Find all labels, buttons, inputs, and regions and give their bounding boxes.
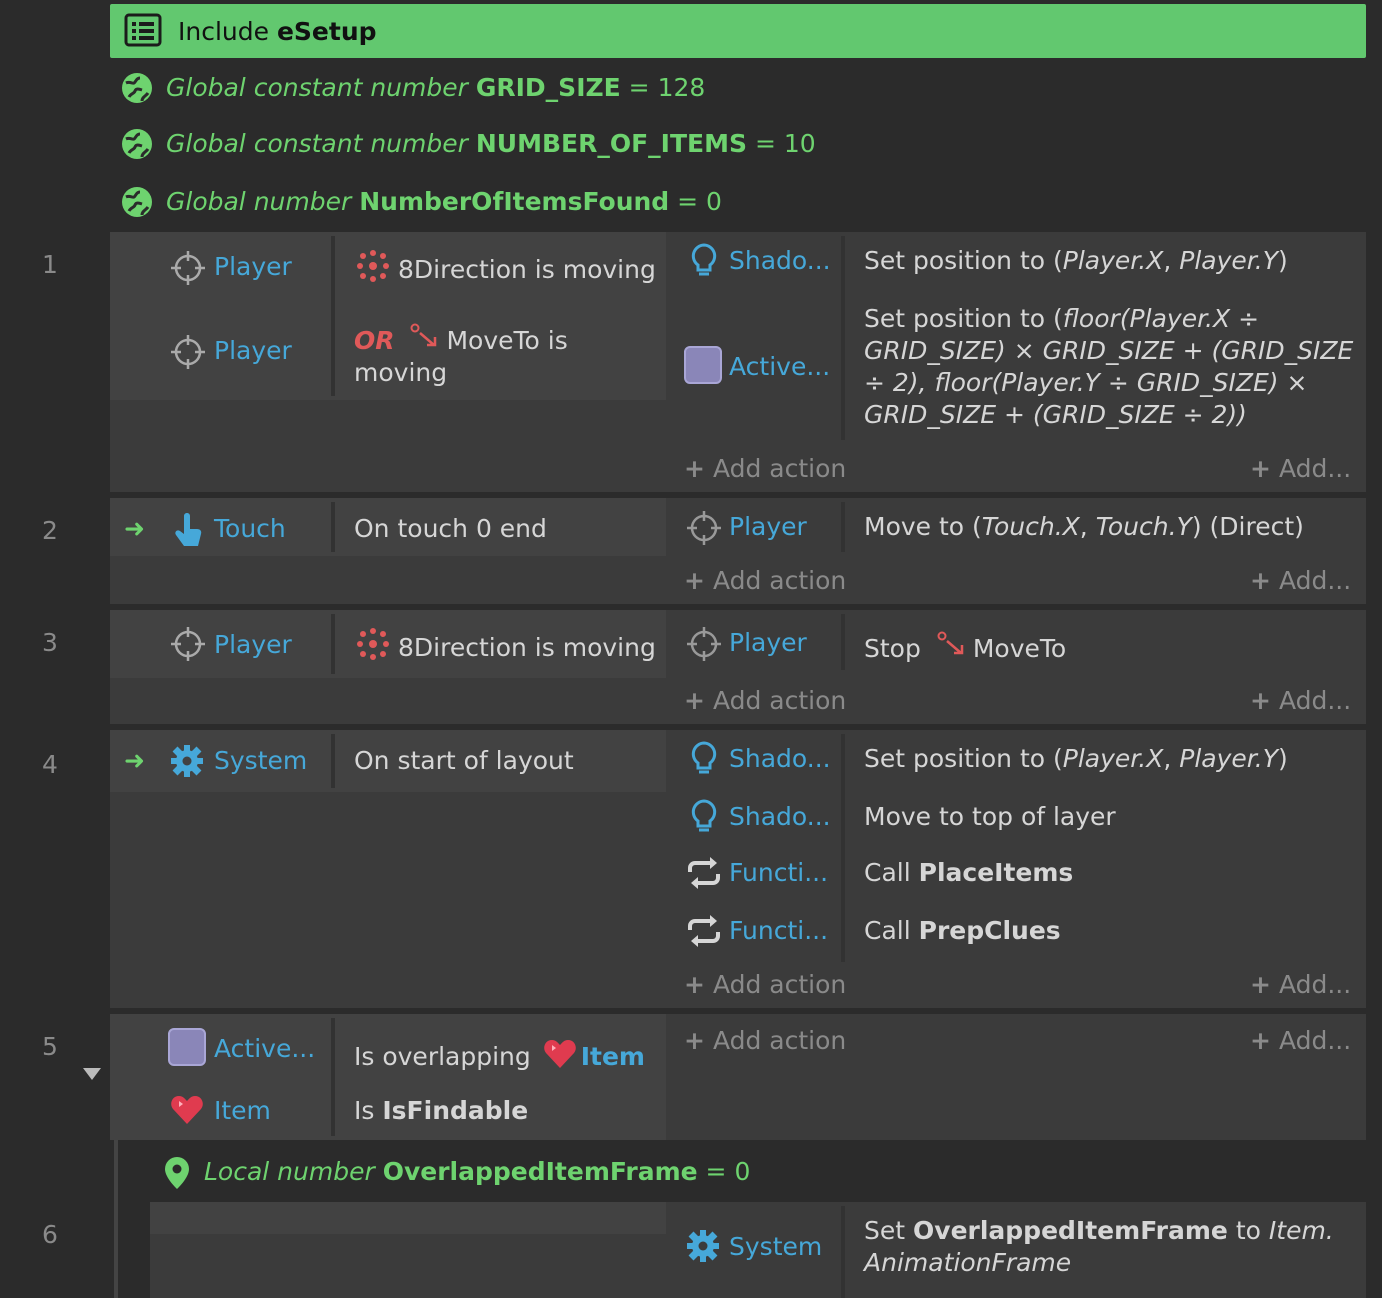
action-object[interactable]: Player <box>729 512 807 541</box>
trigger-arrow-icon: ➜ <box>124 514 145 543</box>
conditions-area[interactable] <box>150 1202 666 1234</box>
add-more-button[interactable]: + Add... <box>1250 1026 1351 1055</box>
lightbulb-icon <box>691 741 717 774</box>
event-number: 6 <box>42 1220 58 1249</box>
add-action-button[interactable]: + Add action <box>684 970 846 999</box>
add-action-button[interactable]: + Add action <box>684 686 846 715</box>
include-label: Include eSetup <box>178 17 377 46</box>
gear-icon <box>171 745 203 777</box>
condition-object[interactable]: System <box>214 746 307 775</box>
touch-icon <box>175 513 202 546</box>
action-text[interactable]: Set position to (floor(Player.X ÷ GRID_S… <box>864 303 1354 431</box>
lightbulb-icon <box>691 243 717 276</box>
sprite-swatch-icon <box>684 346 722 384</box>
function-loop-icon <box>688 915 720 947</box>
condition-text[interactable]: On touch 0 end <box>354 514 547 543</box>
add-more-button[interactable]: + Add... <box>1250 566 1351 595</box>
condition-object[interactable]: Item <box>214 1096 271 1125</box>
action-divider <box>841 614 845 670</box>
add-action-button[interactable]: + Add action <box>684 1026 846 1055</box>
action-text[interactable]: Move to (Touch.X, Touch.Y) (Direct) <box>864 511 1304 543</box>
heart-gem-icon <box>543 1040 576 1068</box>
sprite-swatch-icon <box>168 1028 206 1066</box>
action-text[interactable]: Stop MoveTo <box>864 631 1066 665</box>
condition-divider <box>331 614 335 674</box>
moveto-icon <box>937 631 964 655</box>
sub-event-guide <box>114 1140 118 1298</box>
action-text[interactable]: Set OverlappedItemFrame to Item. Animatio… <box>864 1215 1354 1279</box>
add-more-button[interactable]: + Add... <box>1250 970 1351 999</box>
condition-text[interactable]: On start of layout <box>354 746 574 775</box>
action-object[interactable]: Player <box>729 628 807 657</box>
event-number: 5 <box>42 1032 58 1061</box>
event-number: 2 <box>42 516 58 545</box>
action-text[interactable]: Set position to (Player.X, Player.Y) <box>864 743 1288 775</box>
action-text[interactable]: Set position to (Player.X, Player.Y) <box>864 245 1288 277</box>
action-object[interactable]: Shado... <box>729 246 831 275</box>
crosshair-icon <box>171 251 205 285</box>
condition-text[interactable]: Is overlapping Item <box>354 1037 645 1071</box>
globe-icon <box>122 187 152 217</box>
globe-icon <box>122 129 152 159</box>
action-object[interactable]: Shado... <box>729 802 831 831</box>
or-label: OR <box>354 326 395 355</box>
moveto-icon <box>410 323 437 347</box>
crosshair-icon <box>171 335 205 369</box>
event-number: 3 <box>42 628 58 657</box>
eight-direction-icon <box>357 628 389 660</box>
condition-text[interactable]: OR MoveTo is moving <box>354 323 654 389</box>
lightbulb-icon <box>691 799 717 832</box>
crosshair-icon <box>687 511 721 545</box>
action-divider <box>841 734 845 962</box>
condition-object[interactable]: Touch <box>214 514 286 543</box>
function-loop-icon <box>688 857 720 889</box>
action-text[interactable]: Call PrepClues <box>864 915 1061 947</box>
condition-text[interactable]: 8Direction is moving <box>398 633 656 662</box>
crosshair-icon <box>171 627 205 661</box>
action-divider <box>841 502 845 552</box>
include-bar[interactable]: Include eSetup <box>110 4 1366 58</box>
event-number: 1 <box>42 250 58 279</box>
action-divider <box>841 1206 845 1298</box>
action-object[interactable]: System <box>729 1232 822 1261</box>
condition-divider <box>331 236 335 396</box>
condition-divider <box>331 502 335 552</box>
action-object[interactable]: Shado... <box>729 744 831 773</box>
heart-gem-icon <box>171 1096 203 1124</box>
event-number: 4 <box>42 750 58 779</box>
condition-object[interactable]: Player <box>214 252 292 281</box>
condition-divider <box>331 1018 335 1136</box>
trigger-arrow-icon: ➜ <box>124 746 145 775</box>
collapse-triangle-icon[interactable] <box>82 1066 102 1082</box>
action-object[interactable]: Functi... <box>729 858 828 887</box>
globe-icon <box>122 73 152 103</box>
add-action-button[interactable]: + Add action <box>684 454 846 483</box>
add-more-button[interactable]: + Add... <box>1250 686 1351 715</box>
condition-object[interactable]: Player <box>214 630 292 659</box>
condition-divider <box>331 734 335 788</box>
gear-icon <box>687 1230 719 1262</box>
action-object[interactable]: Functi... <box>729 916 828 945</box>
add-action-button[interactable]: + Add action <box>684 566 846 595</box>
condition-object[interactable]: Active... <box>214 1034 315 1063</box>
add-more-button[interactable]: + Add... <box>1250 454 1351 483</box>
action-divider <box>841 236 845 440</box>
action-text[interactable]: Call PlaceItems <box>864 857 1073 889</box>
condition-text[interactable]: Is IsFindable <box>354 1096 528 1125</box>
action-object[interactable]: Active... <box>729 352 830 381</box>
eight-direction-icon <box>357 250 389 282</box>
action-text[interactable]: Move to top of layer <box>864 801 1116 833</box>
list-icon <box>124 13 162 47</box>
condition-text[interactable]: 8Direction is moving <box>398 255 656 284</box>
crosshair-icon <box>687 627 721 661</box>
condition-object[interactable]: Player <box>214 336 292 365</box>
map-pin-icon <box>165 1157 189 1189</box>
